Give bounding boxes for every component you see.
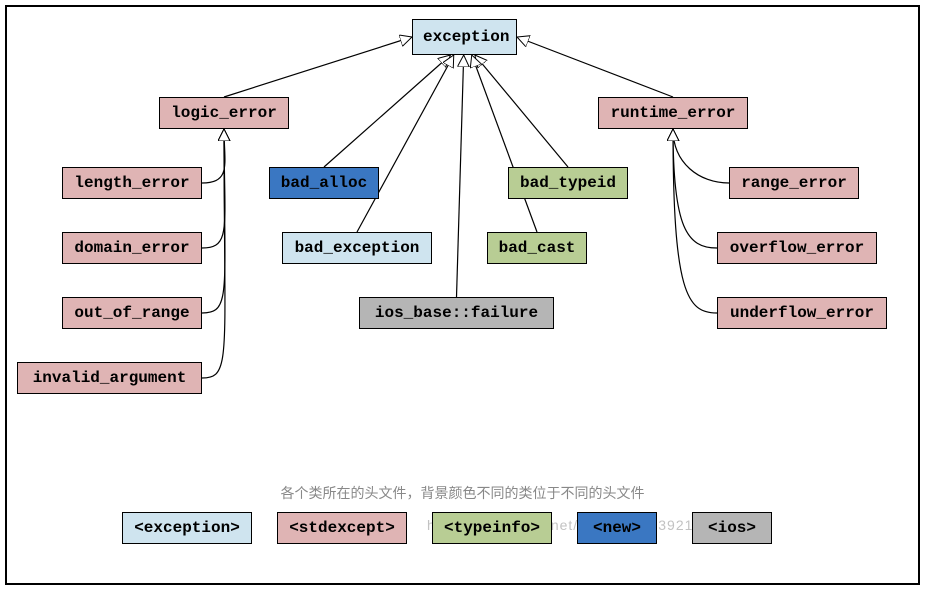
edge-range_error-to-runtime_error bbox=[673, 129, 729, 183]
edge-domain_error-to-logic_error bbox=[202, 129, 225, 248]
edge-overflow_error-to-runtime_error bbox=[673, 129, 717, 248]
node-domain_error: domain_error bbox=[62, 232, 202, 264]
edge-ios_base_failure-to-exception bbox=[457, 55, 464, 297]
node-logic_error: logic_error bbox=[159, 97, 289, 129]
node-underflow_error: underflow_error bbox=[717, 297, 887, 329]
legend-item-exception: <exception> bbox=[122, 512, 252, 544]
diagram-edges bbox=[7, 7, 918, 583]
edge-bad_typeid-to-exception bbox=[475, 55, 568, 167]
node-bad_exception: bad_exception bbox=[282, 232, 432, 264]
node-invalid_argument: invalid_argument bbox=[17, 362, 202, 394]
node-length_error: length_error bbox=[62, 167, 202, 199]
node-exception: exception bbox=[412, 19, 517, 55]
node-ios_base_failure: ios_base::failure bbox=[359, 297, 554, 329]
edge-out_of_range-to-logic_error bbox=[202, 129, 225, 313]
node-out_of_range: out_of_range bbox=[62, 297, 202, 329]
edge-bad_cast-to-exception bbox=[472, 55, 537, 232]
node-bad_alloc: bad_alloc bbox=[269, 167, 379, 199]
diagram-frame: 各个类所在的头文件，背景颜色不同的类位于不同的头文件 https://blog.… bbox=[5, 5, 920, 585]
edge-logic_error-to-exception bbox=[224, 37, 412, 97]
legend-item-ios: <ios> bbox=[692, 512, 772, 544]
legend-item-new: <new> bbox=[577, 512, 657, 544]
edge-bad_exception-to-exception bbox=[357, 55, 454, 232]
edge-invalid_argument-to-logic_error bbox=[202, 129, 225, 378]
node-runtime_error: runtime_error bbox=[598, 97, 748, 129]
node-bad_typeid: bad_typeid bbox=[508, 167, 628, 199]
diagram-canvas: 各个类所在的头文件，背景颜色不同的类位于不同的头文件 https://blog.… bbox=[7, 7, 918, 583]
legend-item-stdexcept: <stdexcept> bbox=[277, 512, 407, 544]
edge-bad_alloc-to-exception bbox=[324, 55, 450, 167]
node-overflow_error: overflow_error bbox=[717, 232, 877, 264]
edge-runtime_error-to-exception bbox=[517, 37, 673, 97]
edge-length_error-to-logic_error bbox=[202, 129, 225, 183]
legend-item-typeinfo: <typeinfo> bbox=[432, 512, 552, 544]
node-range_error: range_error bbox=[729, 167, 859, 199]
node-bad_cast: bad_cast bbox=[487, 232, 587, 264]
